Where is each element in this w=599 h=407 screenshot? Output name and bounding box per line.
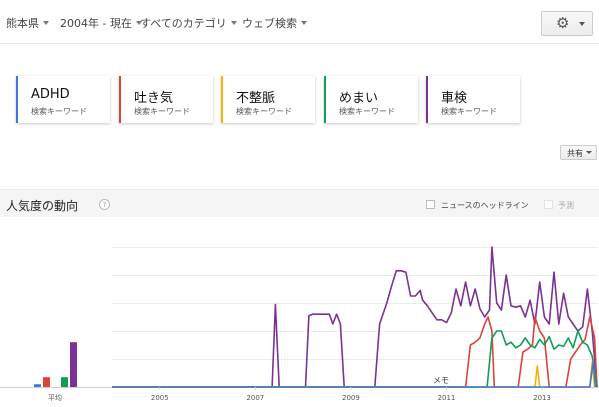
region-filter-label: 熊本県	[6, 17, 39, 30]
category-filter-label: すべてのカテゴリ	[140, 17, 227, 30]
term-type-label: 検索キーワード	[134, 107, 190, 116]
term-color-bar	[221, 76, 223, 123]
share-button[interactable]: 共有	[560, 145, 597, 160]
category-filter[interactable]: すべてのカテゴリ	[140, 15, 237, 31]
term-label: ADHD	[31, 87, 70, 102]
chevron-down-icon	[230, 21, 237, 25]
news-headlines-checkbox[interactable]	[426, 200, 435, 209]
term-label: 不整脈	[236, 91, 276, 106]
search-type-filter[interactable]: ウェブ検索	[242, 15, 307, 31]
average-bar	[34, 384, 41, 387]
term-color-bar	[16, 76, 18, 123]
interest-section-header: 人気度の動向 ? ニュースのヘッドライン 予測	[0, 189, 599, 217]
tick-label: 2011	[438, 394, 456, 402]
term-card-vehicle-inspection[interactable]: 車検 検索キーワード	[426, 76, 520, 123]
average-label: 平均	[48, 393, 62, 402]
chevron-down-icon	[579, 22, 585, 26]
interest-over-time-chart: 平均 2005 2007 2009 2011 2013 メモ	[0, 246, 599, 402]
chart-series	[112, 246, 598, 388]
help-icon[interactable]: ?	[99, 199, 110, 210]
term-label: 吐き気	[134, 91, 174, 106]
region-filter[interactable]: 熊本県	[6, 15, 49, 31]
gear-icon: ⚙	[556, 14, 570, 32]
news-headlines-label: ニュースのヘッドライン	[441, 201, 529, 210]
term-type-label: 検索キーワード	[441, 107, 497, 116]
forecast-label: 予測	[558, 201, 574, 210]
time-range-filter-label: 2004年 - 現在	[60, 17, 132, 30]
settings-button[interactable]: ⚙	[541, 11, 593, 36]
memo-label: メモ	[433, 376, 449, 385]
term-type-label: 検索キーワード	[236, 107, 292, 116]
section-title: 人気度の動向	[6, 199, 79, 213]
term-card-arrhythmia[interactable]: 不整脈 検索キーワード	[221, 76, 315, 123]
tick-label: 2013	[533, 394, 551, 402]
time-range-filter[interactable]: 2004年 - 現在	[60, 15, 142, 31]
tick-label: 2007	[246, 394, 264, 402]
term-card-nausea[interactable]: 吐き気 検索キーワード	[119, 76, 213, 123]
tick-label: 2009	[342, 394, 360, 402]
chart-grid	[0, 247, 599, 388]
term-card-dizziness[interactable]: めまい 検索キーワード	[324, 76, 418, 123]
average-bar	[61, 377, 68, 387]
term-color-bar	[324, 76, 326, 123]
average-bar	[70, 342, 77, 387]
term-label: 車検	[441, 91, 468, 106]
term-type-label: 検索キーワード	[339, 107, 395, 116]
series-line	[112, 361, 596, 388]
term-label: めまい	[339, 91, 379, 106]
term-type-label: 検索キーワード	[31, 107, 87, 116]
term-color-bar	[119, 76, 121, 123]
share-button-label: 共有	[567, 149, 583, 158]
tick-label: 2005	[151, 394, 169, 402]
series-line	[112, 316, 598, 388]
term-color-bar	[426, 76, 428, 123]
chevron-down-icon	[43, 21, 49, 25]
forecast-checkbox[interactable]	[544, 200, 553, 209]
chevron-down-icon	[586, 151, 592, 154]
search-type-filter-label: ウェブ検索	[242, 17, 297, 30]
average-bars: 平均	[34, 342, 77, 402]
x-axis-ticks: 2005 2007 2009 2011 2013	[151, 387, 551, 402]
chevron-down-icon	[301, 21, 307, 25]
average-bar	[43, 377, 50, 387]
filter-bar: 熊本県 2004年 - 現在 すべてのカテゴリ ウェブ検索 ⚙	[0, 0, 599, 44]
series-line	[112, 361, 597, 388]
series-line	[112, 246, 598, 388]
term-card-adhd[interactable]: ADHD 検索キーワード	[16, 76, 110, 123]
